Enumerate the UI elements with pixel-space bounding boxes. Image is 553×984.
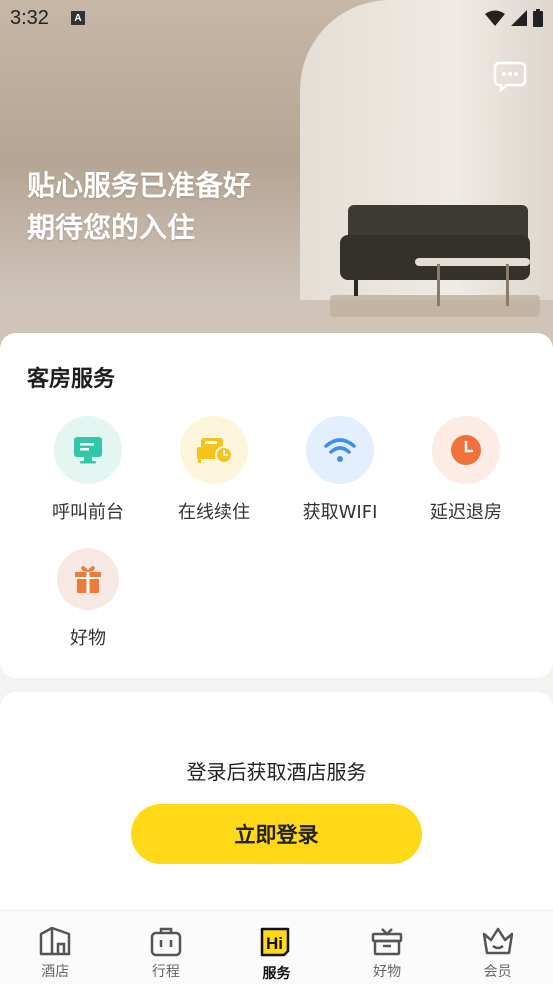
bottom-tab-bar: 酒店 行程 Hi 服务 好物 会员 xyxy=(0,910,553,984)
service-get-wifi[interactable]: 获取WIFI xyxy=(280,416,400,524)
gift-box-icon xyxy=(371,928,403,956)
tab-label: 会员 xyxy=(483,964,512,980)
service-call-front-desk[interactable]: 呼叫前台 xyxy=(28,416,148,524)
clock-icon xyxy=(432,416,500,484)
service-goods[interactable]: 好物 xyxy=(28,548,148,650)
wifi-icon xyxy=(306,416,374,484)
svg-text:Hi: Hi xyxy=(266,934,283,953)
member-crown-icon xyxy=(482,927,513,955)
tab-label: 好物 xyxy=(373,964,402,980)
hero-sofa-image xyxy=(340,205,530,300)
hero-title-line2: 期待您的入住 xyxy=(27,211,196,244)
tab-trip[interactable]: 行程 xyxy=(111,911,222,984)
gift-icon xyxy=(57,548,119,610)
status-bar: 3:32 A xyxy=(0,0,553,36)
hi-service-icon: Hi xyxy=(261,927,290,957)
hero-title-line1: 贴心服务已准备好 xyxy=(27,169,252,202)
login-card: 登录后获取酒店服务 立即登录 xyxy=(0,692,553,922)
tab-goods[interactable]: 好物 xyxy=(332,911,443,984)
front-desk-icon xyxy=(54,416,122,484)
tab-member[interactable]: 会员 xyxy=(442,911,553,984)
trip-icon xyxy=(150,927,182,957)
hotel-icon xyxy=(40,926,71,956)
service-label: 获取WIFI xyxy=(302,502,378,523)
room-services-card: 客房服务 呼叫前台 在线续住 获取WIFI 延迟退房 好物 xyxy=(0,333,553,678)
status-time: 3:32 xyxy=(10,6,49,29)
service-late-checkout[interactable]: 延迟退房 xyxy=(406,416,526,524)
message-icon[interactable] xyxy=(493,59,527,93)
battery-icon xyxy=(533,9,543,27)
login-button[interactable]: 立即登录 xyxy=(131,804,422,864)
hero-title: 贴心服务已准备好 期待您的入住 xyxy=(27,165,251,249)
service-label: 延迟退房 xyxy=(430,502,502,523)
service-label: 在线续住 xyxy=(178,502,250,523)
tab-label: 行程 xyxy=(151,964,180,980)
tab-label: 服务 xyxy=(262,966,291,982)
bed-clock-icon xyxy=(180,416,248,484)
service-extend-stay[interactable]: 在线续住 xyxy=(154,416,274,524)
service-label: 呼叫前台 xyxy=(52,502,124,523)
service-label: 好物 xyxy=(70,628,106,649)
notification-a-icon: A xyxy=(70,11,85,25)
login-prompt: 登录后获取酒店服务 xyxy=(186,760,367,784)
hero-table-image xyxy=(415,258,530,266)
tab-hotel[interactable]: 酒店 xyxy=(0,911,111,984)
tab-service[interactable]: Hi 服务 xyxy=(221,911,332,984)
section-title: 客房服务 xyxy=(27,367,116,392)
cell-signal-icon xyxy=(511,10,527,26)
tab-label: 酒店 xyxy=(41,964,70,980)
wifi-signal-icon xyxy=(485,10,505,26)
